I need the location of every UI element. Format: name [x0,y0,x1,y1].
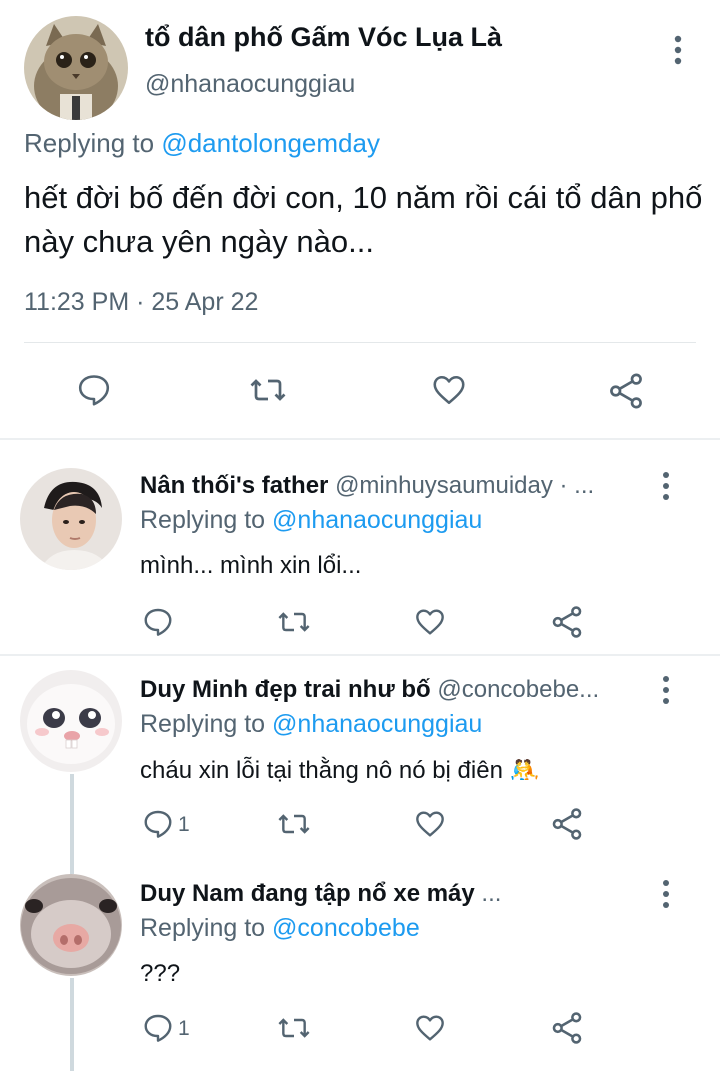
reply-header: Duy Nam đang tập nổ xe máy ... [140,880,660,908]
heart-icon[interactable] [414,606,446,643]
heart-icon[interactable] [414,808,446,845]
reply-icon[interactable] [76,372,112,413]
retweet-icon[interactable] [248,372,288,413]
reply-icon[interactable] [142,808,174,845]
replying-to-line: Replying to @nhanaocunggiau [140,506,482,535]
tweet-text: ??? [140,960,181,987]
timestamp[interactable]: 11:23 PM · 25 Apr 22 [24,288,258,317]
more-vertical-icon[interactable] [652,674,680,706]
tweet-text: mình... mình xin lổi... [140,552,362,579]
divider [0,654,720,656]
more-vertical-icon[interactable] [652,878,680,910]
display-name[interactable]: Duy Minh đẹp trai như bố [140,676,431,703]
display-name[interactable]: Nân thối's father [140,472,328,499]
replying-to-link[interactable]: @dantolongemday [161,128,380,158]
replying-prefix: Replying to [140,506,266,534]
tweet-text: hết đời bố đến đời con, 10 năm rồi cái t… [24,180,703,259]
replying-to-link[interactable]: @nhanaocunggiau [272,506,482,534]
display-name[interactable]: Duy Nam đang tập nổ xe máy [140,880,475,907]
replying-to-line: Replying to @nhanaocunggiau [140,710,482,739]
avatar[interactable] [20,874,122,976]
retweet-icon[interactable] [276,1012,312,1049]
avatar[interactable] [24,16,128,120]
more-vertical-icon[interactable] [664,34,692,66]
reply-count: 1 [178,1017,190,1040]
avatar[interactable] [20,468,122,570]
share-icon[interactable] [550,1011,584,1050]
share-icon[interactable] [550,807,584,846]
replying-prefix: Replying to [24,128,155,158]
divider [0,438,720,440]
reply-header: Duy Minh đẹp trai như bố @concobebe... [140,676,660,704]
retweet-icon[interactable] [276,808,312,845]
avatar[interactable] [20,670,122,772]
main-tweet: tổ dân phố Gấm Vóc Lụa Là @nhanaocunggia… [0,0,720,438]
handle[interactable]: ... [481,880,501,907]
share-icon[interactable] [606,372,646,415]
thread-line [70,978,74,1071]
share-icon[interactable] [550,605,584,644]
replying-to-link[interactable]: @nhanaocunggiau [272,710,482,738]
reply-header: Nân thối's father @minhuysaumuiday · ... [140,472,660,500]
reply-icon[interactable] [142,1012,174,1049]
handle[interactable]: @nhanaocunggiau [145,70,355,99]
reply-icon[interactable] [142,606,174,643]
divider [24,342,696,343]
replying-prefix: Replying to [140,914,266,942]
replying-to-line: Replying to @dantolongemday [24,128,380,159]
reply-count: 1 [178,813,190,836]
more-vertical-icon[interactable] [652,470,680,502]
display-name[interactable]: tổ dân phố Gấm Vóc Lụa Là [145,22,502,53]
retweet-icon[interactable] [276,606,312,643]
handle[interactable]: @minhuysaumuiday · ... [335,472,594,499]
heart-icon[interactable] [414,1012,446,1049]
replying-prefix: Replying to [140,710,266,738]
handle[interactable]: @concobebe... [437,676,599,703]
tweet-text: cháu xin lỗi tại thằng nô nó bị điên 🤼 [140,757,540,784]
heart-icon[interactable] [430,372,468,413]
replying-to-link[interactable]: @concobebe [272,914,420,942]
replying-to-line: Replying to @concobebe [140,914,420,943]
thread-line [70,774,74,874]
